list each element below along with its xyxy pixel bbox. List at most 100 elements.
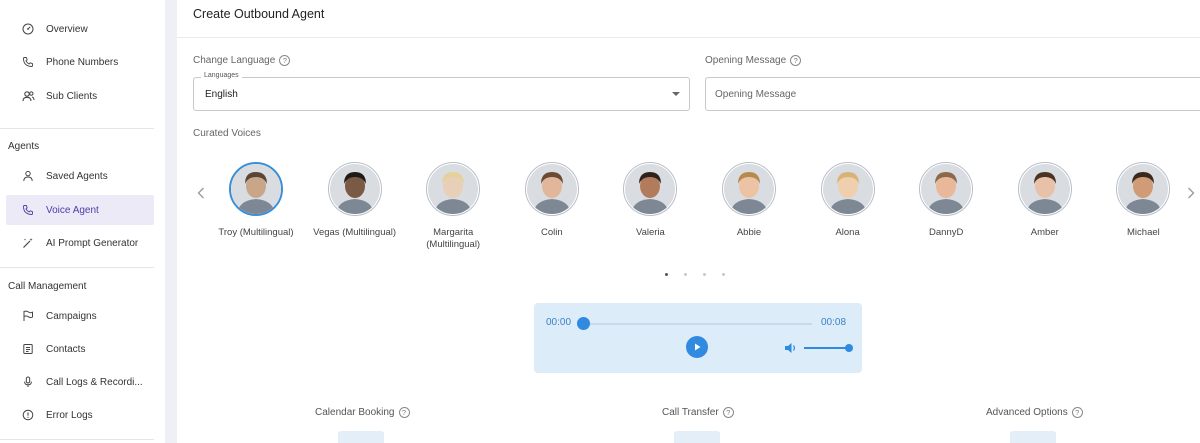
sidebar-divider: [0, 128, 154, 129]
voice-avatar-ring: [919, 162, 974, 216]
voice-card[interactable]: Vegas (Multilingual): [308, 162, 402, 239]
sidebar-item-ai-prompt-generator[interactable]: AI Prompt Generator: [6, 228, 154, 258]
voice-avatar-ring: [229, 162, 283, 216]
dashboard-icon: [20, 21, 36, 37]
voice-card[interactable]: Abbie: [702, 162, 796, 239]
voice-avatar-ring: [722, 162, 776, 216]
sidebar-section-call-management: Call Management: [8, 281, 87, 292]
main-content: Create Outbound Agent Change Language ? …: [177, 0, 1200, 443]
sidebar-item-overview[interactable]: Overview: [6, 14, 154, 44]
voice-avatar-ring: [1017, 162, 1072, 216]
sidebar-divider: [0, 439, 154, 440]
help-icon[interactable]: ?: [722, 407, 734, 418]
phone-icon: [20, 202, 36, 218]
call-transfer-label: Call Transfer ?: [662, 407, 734, 418]
voice-avatar-ring: [623, 162, 678, 216]
sidebar-item-voice-agent[interactable]: Voice Agent: [6, 195, 154, 225]
voice-card[interactable]: Margarita (Multilingual): [406, 162, 500, 251]
voice-avatar-ring: [426, 162, 481, 216]
voice-avatar-ring: [1116, 162, 1171, 216]
sidebar-item-error-logs[interactable]: Error Logs: [6, 400, 154, 430]
sidebar-item-call-logs[interactable]: Call Logs & Recordi...: [6, 367, 154, 397]
phone-icon: [20, 54, 36, 70]
call-transfer-toggle[interactable]: [674, 431, 720, 443]
help-icon[interactable]: ?: [398, 407, 410, 418]
sidebar-item-label: Overview: [46, 23, 88, 35]
calendar-booking-toggle[interactable]: [338, 431, 384, 443]
carousel-dot[interactable]: [665, 273, 668, 276]
language-select[interactable]: Languages English: [193, 72, 690, 111]
volume-slider[interactable]: [804, 347, 848, 349]
avatar: [1019, 164, 1070, 214]
voice-card[interactable]: Michael: [1096, 162, 1190, 239]
voice-avatar-ring: [820, 162, 875, 216]
current-time: 00:00: [546, 317, 572, 328]
carousel-prev-button[interactable]: [197, 186, 205, 202]
voice-name: Abbie: [736, 227, 762, 238]
title-divider: [177, 37, 1200, 38]
voice-card[interactable]: Valeria: [603, 162, 697, 239]
curated-voices-label: Curated Voices: [193, 128, 261, 139]
progress-thumb[interactable]: [577, 317, 590, 330]
sidebar-item-label: Sub Clients: [46, 90, 98, 102]
advanced-options-toggle[interactable]: [1010, 431, 1056, 443]
sidebar: Overview Phone Numbers Sub Clients Agent…: [0, 0, 165, 443]
magic-wand-icon: [20, 235, 36, 251]
alert-circle-icon: [20, 407, 36, 423]
help-icon[interactable]: ?: [279, 55, 291, 66]
page-title: Create Outbound Agent: [193, 7, 325, 21]
voice-name: Troy (Multilingual): [218, 227, 294, 238]
sidebar-item-label: AI Prompt Generator: [46, 237, 139, 249]
sidebar-item-phone-numbers[interactable]: Phone Numbers: [6, 47, 154, 77]
sidebar-item-label: Error Logs: [46, 409, 93, 421]
advanced-options-text: Advanced Options: [986, 407, 1068, 418]
voice-card[interactable]: Troy (Multilingual): [209, 162, 303, 239]
voice-name: Alona: [835, 227, 860, 238]
language-select-value: English: [205, 89, 238, 100]
voice-card[interactable]: DannyD: [899, 162, 993, 239]
sidebar-item-sub-clients[interactable]: Sub Clients: [6, 81, 154, 111]
voice-name: Margarita (Multilingual): [426, 227, 481, 250]
play-icon: [695, 343, 701, 351]
volume-icon[interactable]: [784, 341, 798, 359]
voice-name: Valeria: [635, 227, 665, 238]
sidebar-item-contacts[interactable]: Contacts: [6, 334, 154, 364]
call-transfer-text: Call Transfer: [662, 407, 719, 418]
progress-track[interactable]: [582, 323, 812, 325]
calendar-booking-label: Calendar Booking ?: [315, 407, 410, 418]
chevron-down-icon: [672, 92, 680, 96]
volume-thumb[interactable]: [845, 344, 853, 352]
sidebar-item-saved-agents[interactable]: Saved Agents: [6, 161, 154, 191]
voice-card[interactable]: Amber: [998, 162, 1092, 239]
help-icon[interactable]: ?: [1071, 407, 1083, 418]
sidebar-item-campaigns[interactable]: Campaigns: [6, 301, 154, 331]
audio-player: 00:00 00:08: [534, 303, 862, 373]
voice-name: Amber: [1030, 227, 1059, 238]
advanced-options-label: Advanced Options ?: [986, 407, 1083, 418]
microphone-icon: [20, 374, 36, 390]
voice-name: Colin: [540, 227, 563, 238]
carousel-dot[interactable]: [703, 273, 706, 276]
avatar: [625, 164, 676, 214]
duration: 00:08: [821, 317, 847, 328]
avatar: [1118, 164, 1169, 214]
carousel-dot[interactable]: [722, 273, 725, 276]
help-icon[interactable]: ?: [790, 55, 802, 66]
sidebar-item-label: Phone Numbers: [46, 56, 119, 68]
carousel-dot[interactable]: [684, 273, 687, 276]
opening-message-input[interactable]: [705, 77, 1200, 111]
avatar: [526, 164, 577, 214]
voice-avatar-ring: [524, 162, 579, 216]
voice-name: DannyD: [929, 227, 964, 238]
play-button[interactable]: [686, 336, 708, 358]
voice-name: Vegas (Multilingual): [313, 227, 397, 238]
sidebar-divider: [0, 267, 154, 268]
flag-icon: [20, 308, 36, 324]
voice-card[interactable]: Alona: [801, 162, 895, 239]
voice-card[interactable]: Colin: [505, 162, 599, 239]
carousel-pagination: [665, 273, 725, 276]
avatar: [329, 164, 380, 214]
opening-message-text: Opening Message: [705, 55, 787, 66]
calendar-booking-text: Calendar Booking: [315, 407, 395, 418]
sidebar-scroll-gutter[interactable]: [165, 0, 177, 443]
